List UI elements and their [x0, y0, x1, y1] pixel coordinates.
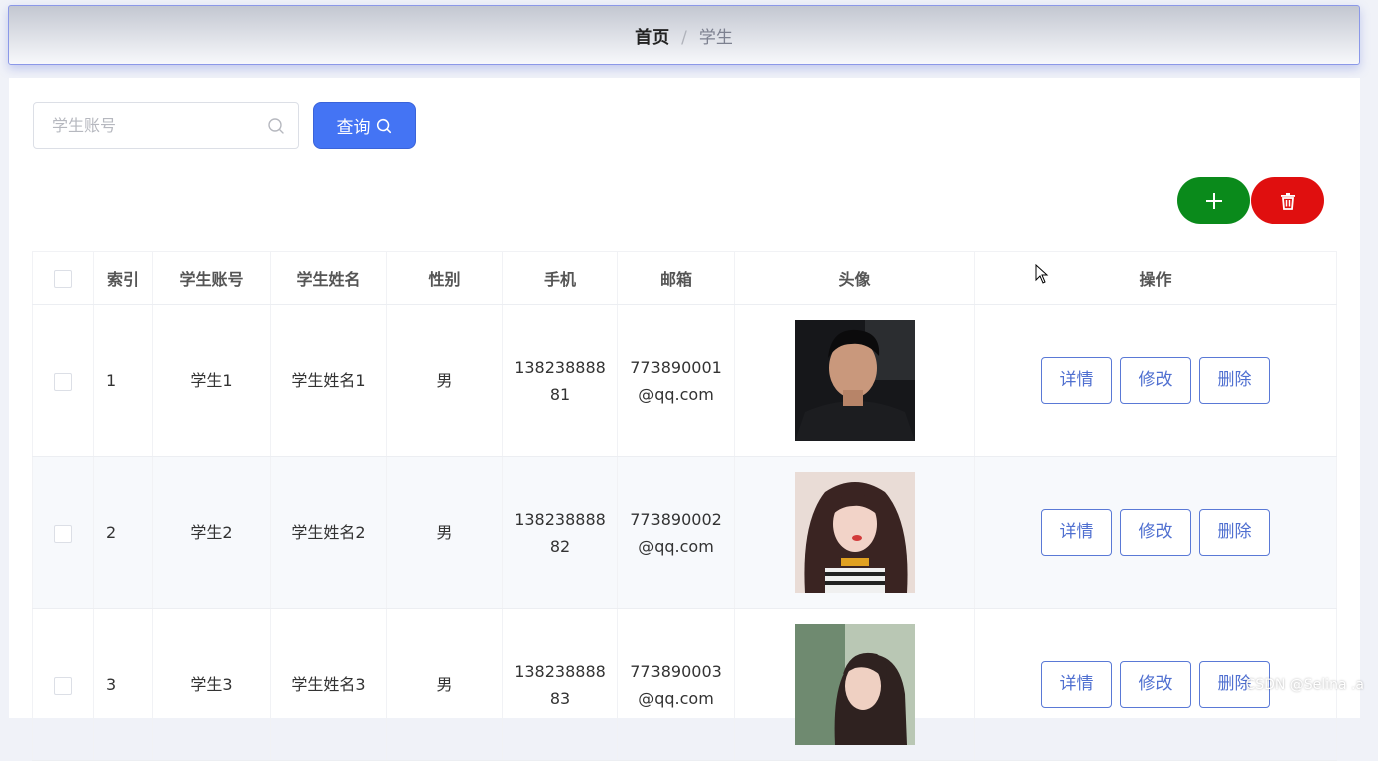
row-checkbox[interactable]	[54, 676, 72, 695]
search-icon	[268, 117, 284, 134]
query-button-label: 查询	[336, 118, 371, 138]
avatar	[794, 624, 915, 745]
search-icon	[376, 118, 391, 133]
header-account: 学生账号	[152, 251, 271, 305]
breadcrumb-home[interactable]: 首页	[635, 28, 669, 48]
delete-button[interactable]: 删除	[1199, 357, 1270, 404]
row-phone: 138238888 83	[502, 608, 618, 761]
row-name: 学生姓名1	[270, 304, 387, 457]
edit-button[interactable]: 修改	[1120, 509, 1191, 556]
main-content: 查询 索引 学生账号 学生姓名	[9, 78, 1360, 761]
avatar	[794, 320, 915, 441]
breadcrumb-current: 学生	[698, 27, 733, 48]
student-table: 索引 学生账号 学生姓名 性别 手机 邮箱 头像 操作 1 学生1 学生姓名1 …	[32, 251, 1337, 761]
table-header-row: 索引 学生账号 学生姓名 性别 手机 邮箱 头像 操作	[32, 251, 1337, 305]
avatar	[794, 472, 915, 593]
table-row: 2 学生2 学生姓名2 男 138238888 82 773890002 @qq.c…	[32, 456, 1337, 609]
row-index: 2	[93, 456, 153, 609]
detail-button[interactable]: 详情	[1041, 357, 1112, 404]
row-checkbox[interactable]	[54, 524, 72, 543]
row-phone: 138238888 81	[502, 304, 618, 457]
breadcrumb: 首页 / 学生	[635, 23, 733, 48]
query-button[interactable]: 查询	[313, 102, 416, 149]
search-box[interactable]	[33, 102, 299, 149]
row-index: 3	[93, 608, 153, 761]
row-phone: 138238888 82	[502, 456, 618, 609]
row-email: 773890003 @qq.com	[617, 608, 735, 761]
row-account: 学生1	[152, 304, 271, 457]
header-actions: 操作	[974, 251, 1337, 305]
table-row: 3 学生3 学生姓名3 男 138238888 83 773890003 @qq.c…	[32, 608, 1337, 761]
delete-button[interactable]: 删除	[1199, 509, 1270, 556]
header-phone: 手机	[502, 251, 618, 305]
row-checkbox[interactable]	[54, 372, 72, 391]
header-index: 索引	[93, 251, 153, 305]
row-name: 学生姓名2	[270, 456, 387, 609]
row-account: 学生3	[152, 608, 271, 761]
header-email: 邮箱	[617, 251, 735, 305]
mouse-cursor-icon	[1035, 264, 1049, 284]
header-name: 学生姓名	[270, 251, 387, 305]
plus-icon	[1205, 192, 1222, 209]
search-input[interactable]	[34, 102, 266, 149]
row-gender: 男	[386, 456, 503, 609]
watermark: CSDN @Selina .a	[1245, 677, 1364, 693]
header-gender: 性别	[386, 251, 503, 305]
row-account: 学生2	[152, 456, 271, 609]
row-email: 773890001 @qq.com	[617, 304, 735, 457]
header-select-all[interactable]	[32, 251, 94, 305]
row-email: 773890002 @qq.com	[617, 456, 735, 609]
row-index: 1	[93, 304, 153, 457]
batch-delete-button[interactable]	[1251, 177, 1324, 224]
trash-icon	[1280, 192, 1295, 210]
add-button[interactable]	[1177, 177, 1250, 224]
row-gender: 男	[386, 304, 503, 457]
row-gender: 男	[386, 608, 503, 761]
header-avatar: 头像	[734, 251, 975, 305]
table-row: 1 学生1 学生姓名1 男 138238888 81 773890001 @qq.c…	[32, 304, 1337, 457]
row-actions: 详情 修改 删除	[974, 304, 1337, 457]
top-header: 首页 / 学生	[8, 5, 1360, 65]
edit-button[interactable]: 修改	[1120, 357, 1191, 404]
detail-button[interactable]: 详情	[1041, 509, 1112, 556]
select-all-checkbox[interactable]	[54, 269, 72, 288]
row-actions: 详情 修改 删除	[974, 456, 1337, 609]
breadcrumb-separator: /	[681, 27, 687, 48]
row-name: 学生姓名3	[270, 608, 387, 761]
